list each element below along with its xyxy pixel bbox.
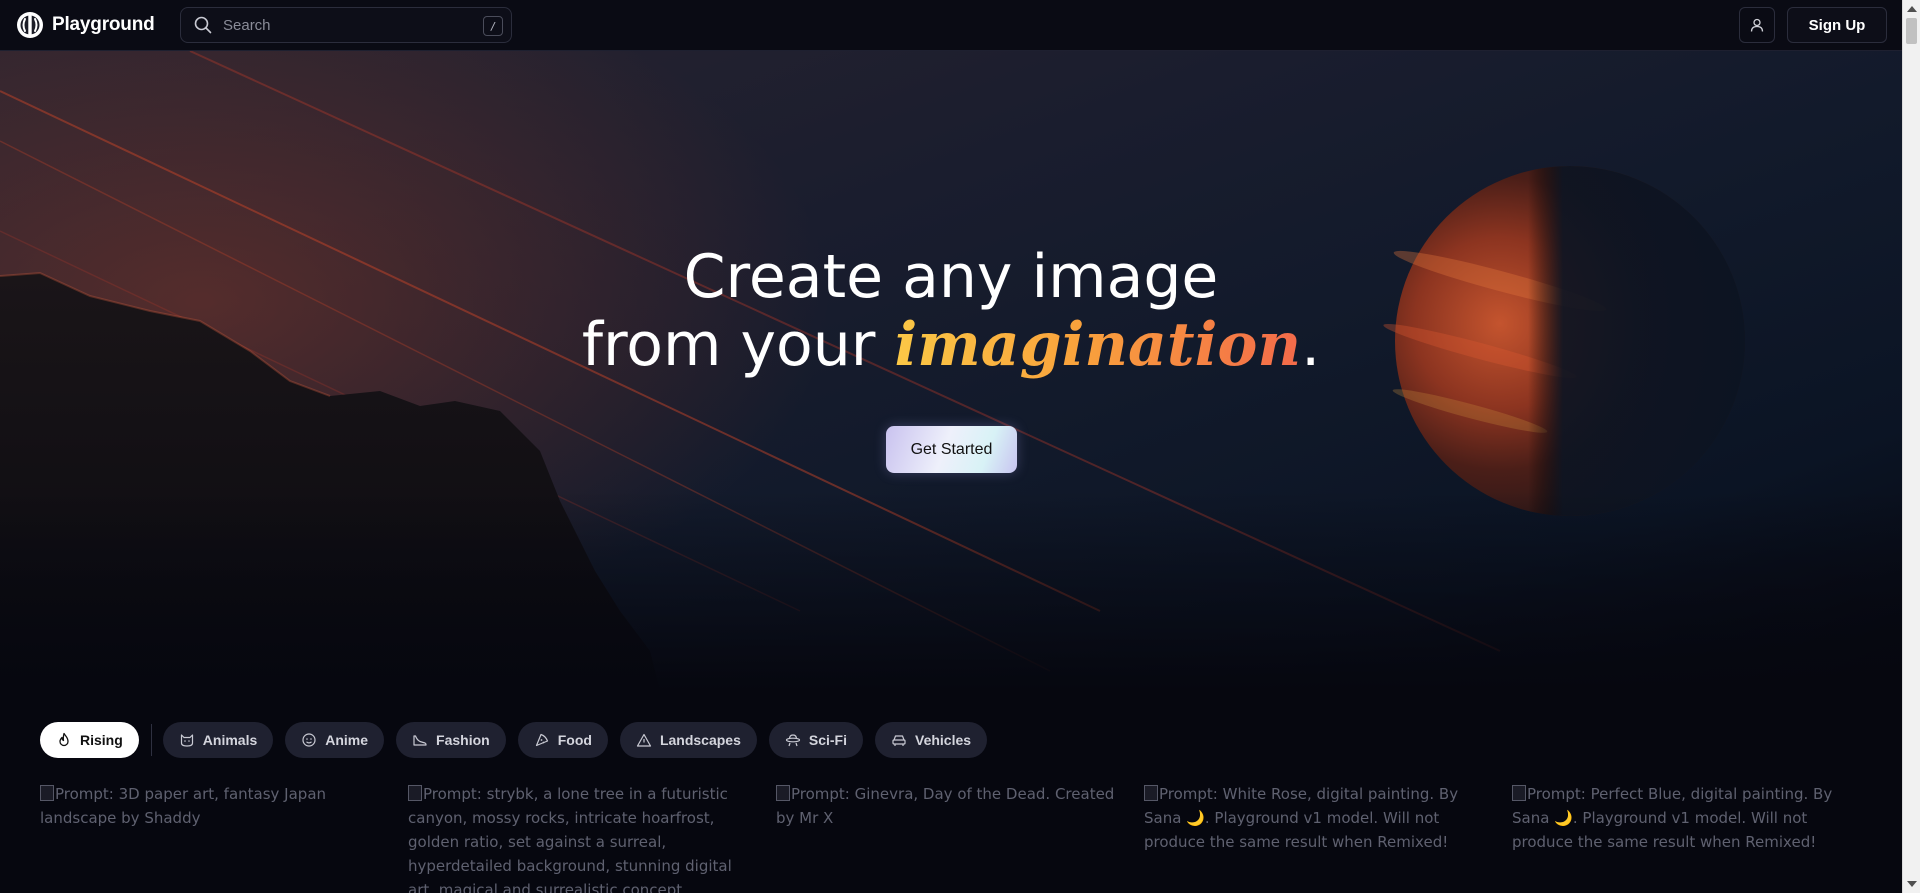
gallery-card[interactable]: Prompt: White Rose, digital painting. By… xyxy=(1144,782,1492,893)
hero-fade-overlay xyxy=(0,491,1902,691)
category-pill-rising[interactable]: Rising xyxy=(40,722,139,758)
hero-headline: Create any image from your imagination. xyxy=(0,243,1902,379)
user-account-button[interactable] xyxy=(1739,7,1775,43)
logo[interactable]: Playground xyxy=(16,11,155,39)
top-navbar: Playground / Sign Up xyxy=(0,0,1902,51)
page-scrollbar[interactable] xyxy=(1902,0,1920,893)
broken-image-icon xyxy=(776,785,790,801)
category-pill-sci-fi[interactable]: Sci-Fi xyxy=(768,722,863,758)
category-divider xyxy=(150,724,152,756)
category-pill-vehicles[interactable]: Vehicles xyxy=(875,722,988,758)
ufo-icon xyxy=(785,734,800,747)
mountain-icon xyxy=(636,733,652,747)
image-alt-text: Prompt: Ginevra, Day of the Dead. Create… xyxy=(776,785,1115,827)
category-label: Fashion xyxy=(436,732,490,748)
headline-line-2: from your imagination. xyxy=(0,311,1902,379)
gallery-card[interactable]: Prompt: Ginevra, Day of the Dead. Create… xyxy=(776,782,1124,893)
scroll-up-arrow-icon[interactable] xyxy=(1907,6,1917,12)
search-input[interactable] xyxy=(221,15,475,35)
image-alt-text: Prompt: Perfect Blue, digital painting. … xyxy=(1512,785,1833,851)
hero-section: Create any image from your imagination. … xyxy=(0,51,1902,691)
broken-image-icon xyxy=(1144,785,1158,801)
shoe-icon xyxy=(413,735,427,746)
broken-image-icon xyxy=(1512,785,1526,801)
search-box[interactable]: / xyxy=(180,7,512,43)
image-alt-text: Prompt: 3D paper art, fantasy Japan land… xyxy=(40,785,327,827)
playground-logo-icon xyxy=(17,12,43,38)
category-label: Landscapes xyxy=(659,732,741,748)
get-started-button[interactable]: Get Started xyxy=(886,426,1017,473)
category-label: Sci-Fi xyxy=(808,732,847,748)
category-pill-landscapes[interactable]: Landscapes xyxy=(619,722,757,758)
sign-up-button[interactable]: Sign Up xyxy=(1787,7,1887,43)
category-label: Anime xyxy=(325,732,369,748)
pizza-icon xyxy=(535,733,548,747)
image-gallery: Prompt: 3D paper art, fantasy Japan land… xyxy=(40,782,1890,893)
image-alt-text: Prompt: White Rose, digital painting. By… xyxy=(1144,785,1459,851)
scroll-thumb[interactable] xyxy=(1906,18,1917,44)
category-pill-anime[interactable]: Anime xyxy=(285,722,385,758)
car-icon xyxy=(892,735,906,746)
category-label: Animals xyxy=(202,732,258,748)
category-label: Rising xyxy=(80,732,123,748)
logo-text: Playground xyxy=(52,14,155,35)
search-icon xyxy=(194,16,212,34)
headline-accent-word: imagination xyxy=(894,310,1302,380)
category-pill-animals[interactable]: Animals xyxy=(162,722,274,758)
category-pill-fashion[interactable]: Fashion xyxy=(396,722,506,758)
smiley-icon xyxy=(302,733,316,747)
broken-image-icon xyxy=(40,785,54,801)
cat-icon xyxy=(180,734,193,747)
headline-suffix: . xyxy=(1301,310,1321,380)
gallery-card[interactable]: Prompt: 3D paper art, fantasy Japan land… xyxy=(40,782,388,893)
headline-line-1: Create any image xyxy=(683,242,1219,312)
gallery-card[interactable]: Prompt: Perfect Blue, digital painting. … xyxy=(1512,782,1860,893)
flame-icon xyxy=(59,732,69,747)
category-pill-food[interactable]: Food xyxy=(517,722,608,758)
category-label: Food xyxy=(557,732,592,748)
gallery-card[interactable]: Prompt: strybk, a lone tree in a futuris… xyxy=(408,782,756,893)
search-shortcut-key: / xyxy=(483,16,503,36)
category-filter-bar: Rising Animals Anime Fashion Food Landsc… xyxy=(40,722,999,758)
category-label: Vehicles xyxy=(915,732,972,748)
scroll-down-arrow-icon[interactable] xyxy=(1907,881,1917,887)
headline-prefix: from your xyxy=(581,310,895,380)
image-alt-text: Prompt: strybk, a lone tree in a futuris… xyxy=(408,785,732,893)
user-icon xyxy=(1750,18,1764,32)
broken-image-icon xyxy=(408,785,422,801)
